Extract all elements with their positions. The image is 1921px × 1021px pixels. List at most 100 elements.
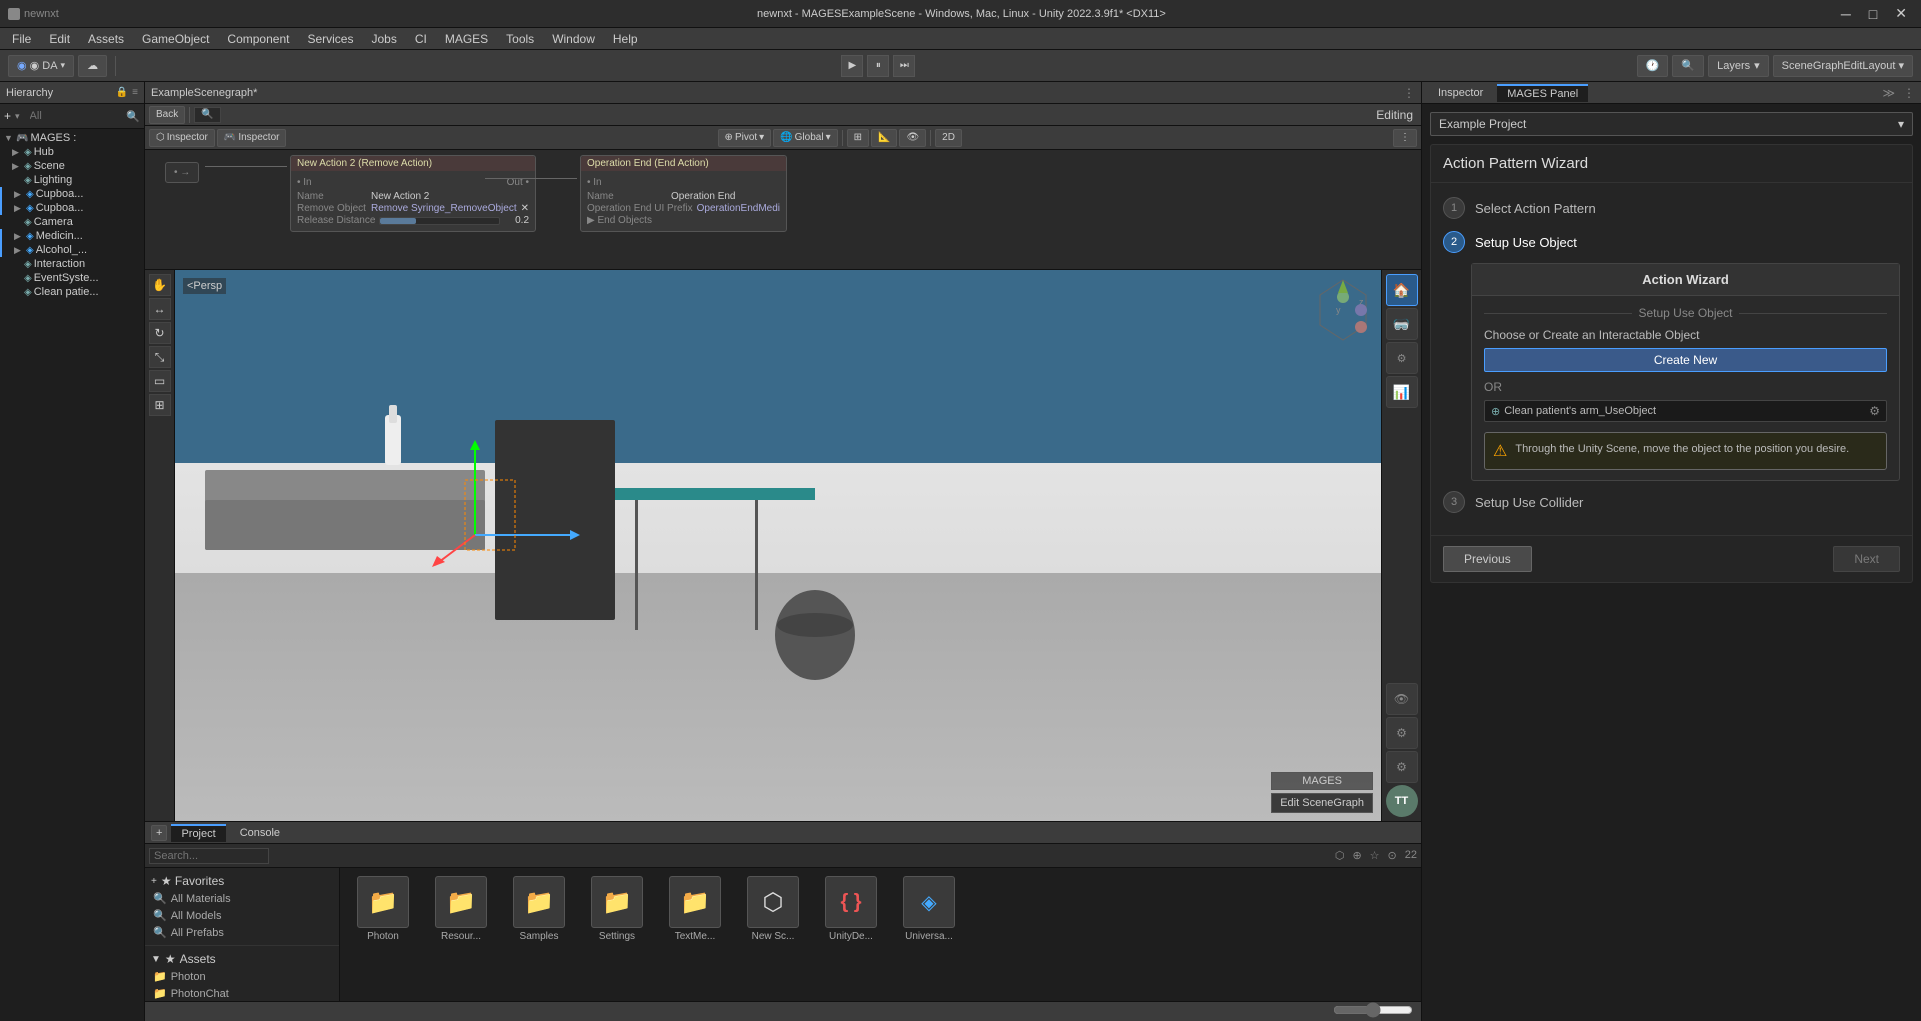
minimize-button[interactable]: ─	[1835, 3, 1857, 24]
assets-root-header[interactable]: ▼ ★ Assets	[145, 950, 339, 968]
object-selector[interactable]: ⊕ Clean patient's arm_UseObject ⚙	[1484, 400, 1887, 422]
tree-item-medicine[interactable]: ▶ ◈ Medicin...	[0, 229, 144, 243]
settings-side-btn[interactable]: ⚙	[1386, 717, 1418, 749]
bottom-add-btn[interactable]: +	[151, 825, 167, 841]
transform-tool[interactable]: ⊞	[149, 394, 171, 416]
graph-side-btn[interactable]: ⚙	[1386, 342, 1418, 374]
star-icon[interactable]: ☆	[1370, 849, 1380, 862]
hierarchy-menu-icon[interactable]: ≡	[132, 87, 138, 98]
tree-item-cupboard2[interactable]: ▶ ◈ Cupboa...	[0, 201, 144, 215]
menu-edit[interactable]: Edit	[41, 30, 78, 48]
menu-services[interactable]: Services	[299, 30, 361, 48]
node-remove-icon[interactable]: ✕	[521, 203, 529, 214]
menu-gameobject[interactable]: GameObject	[134, 30, 217, 48]
project-dropdown[interactable]: Example Project ▾	[1430, 112, 1913, 136]
cloud-button[interactable]: ☁	[78, 55, 107, 77]
menu-mages[interactable]: MAGES	[437, 30, 496, 48]
menu-file[interactable]: File	[4, 30, 39, 48]
vis-btn[interactable]: 👁	[899, 129, 926, 147]
node-card-operation-end[interactable]: Operation End (End Action) • In Name Ope…	[580, 155, 787, 232]
pivot-btn[interactable]: ⊕ Pivot ▾	[718, 129, 772, 147]
assets-all-prefabs[interactable]: 🔍 All Prefabs	[145, 924, 339, 941]
scene-panel-menu[interactable]: ⋮	[1403, 86, 1415, 100]
right-panel-menu-icon[interactable]: ⋮	[1903, 86, 1915, 100]
asset-tile-textmesh[interactable]: 📁 TextMe...	[660, 876, 730, 942]
play-button[interactable]: ▶	[841, 55, 863, 77]
eye-side-btn[interactable]: 👁	[1386, 683, 1418, 715]
move-tool[interactable]: ↔	[149, 298, 171, 320]
hierarchy-search-icon[interactable]: 🔍	[126, 110, 140, 123]
tree-item-hub[interactable]: ▶ ◈ Hub	[0, 145, 144, 159]
hierarchy-lock-icon[interactable]: 🔒	[116, 87, 128, 98]
node-start[interactable]: • →	[165, 162, 199, 183]
hierarchy-add-icon[interactable]: +	[4, 109, 11, 123]
tree-item-mages[interactable]: ▼ 🎮 MAGES :	[0, 131, 144, 145]
filter-icon[interactable]: ⊕	[1352, 849, 1361, 862]
tab-mages-panel[interactable]: MAGES Panel	[1497, 84, 1588, 102]
grid-btn[interactable]: ⊞	[847, 129, 869, 147]
hierarchy-search[interactable]	[24, 106, 123, 126]
zoom-slider[interactable]	[1333, 1002, 1413, 1018]
node-card-remove-action[interactable]: New Action 2 (Remove Action) • In Out • …	[290, 155, 536, 232]
da-dropdown[interactable]: ◉ ◉ DA ▾	[8, 55, 74, 77]
layout-dropdown[interactable]: SceneGraphEditLayout ▾	[1773, 55, 1913, 77]
tree-item-cupboard1[interactable]: ▶ ◈ Cupboa...	[0, 187, 144, 201]
rect-tool[interactable]: ▭	[149, 370, 171, 392]
snap-btn[interactable]: 📐	[871, 129, 897, 147]
asset-photon[interactable]: 📁 Photon	[145, 968, 339, 985]
pause-button[interactable]: ⏸	[867, 55, 889, 77]
asset-tile-universal[interactable]: ◈ Universa...	[894, 876, 964, 942]
tree-item-eventsystem[interactable]: ◈ EventSyste...	[0, 271, 144, 285]
next-button[interactable]: Next	[1833, 546, 1900, 572]
analytics-side-btn[interactable]: 📊	[1386, 376, 1418, 408]
scene-viewport[interactable]: y z x <Persp	[175, 270, 1381, 821]
layers-dropdown[interactable]: Layers ▾	[1708, 55, 1769, 77]
menu-window[interactable]: Window	[544, 30, 603, 48]
tab-inspector[interactable]: Inspector	[1428, 85, 1493, 101]
tree-item-cleanpatient[interactable]: ◈ Clean patie...	[0, 285, 144, 299]
user-avatar[interactable]: TT	[1386, 785, 1418, 817]
menu-tools[interactable]: Tools	[498, 30, 542, 48]
preview-icon[interactable]: ⬡	[1335, 849, 1345, 862]
favorites-header[interactable]: + ★ Favorites	[145, 872, 339, 890]
previous-button[interactable]: Previous	[1443, 546, 1532, 572]
menu-jobs[interactable]: Jobs	[363, 30, 404, 48]
tab-console[interactable]: Console	[230, 825, 290, 841]
global-btn[interactable]: 🌐 Global ▾	[773, 129, 837, 147]
scale-tool[interactable]: ⤡	[149, 346, 171, 368]
menu-assets[interactable]: Assets	[80, 30, 132, 48]
asset-tile-samples[interactable]: 📁 Samples	[504, 876, 574, 942]
2d-btn[interactable]: 2D	[935, 129, 962, 147]
asset-tile-settings[interactable]: 📁 Settings	[582, 876, 652, 942]
menu-help[interactable]: Help	[605, 30, 646, 48]
scene-tab-game[interactable]: 🎮 Inspector	[217, 129, 287, 147]
hand-tool[interactable]: ✋	[149, 274, 171, 296]
object-gear-icon[interactable]: ⚙	[1869, 404, 1880, 418]
asset-tile-unitydefault[interactable]: { } UnityDe...	[816, 876, 886, 942]
right-panel-expand-icon[interactable]: ≫	[1882, 86, 1895, 100]
assets-all-models[interactable]: 🔍 All Models	[145, 907, 339, 924]
tab-project[interactable]: Project	[171, 824, 225, 842]
rotate-tool[interactable]: ↻	[149, 322, 171, 344]
tree-item-lighting[interactable]: ◈ Lighting	[0, 173, 144, 187]
close-button[interactable]: ✕	[1889, 3, 1913, 24]
create-new-button[interactable]: Create New	[1484, 348, 1887, 372]
eye-icon[interactable]: ⊙	[1388, 849, 1397, 862]
gear-side-btn[interactable]: ⚙	[1386, 751, 1418, 783]
asset-search[interactable]	[149, 848, 269, 864]
menu-ci[interactable]: CI	[407, 30, 435, 48]
search-button[interactable]: 🔍	[1672, 55, 1704, 77]
scene-panel-opts[interactable]: ⋮	[1393, 129, 1417, 147]
asset-photonchat[interactable]: 📁 PhotonChat	[145, 985, 339, 1001]
assets-all-materials[interactable]: 🔍 All Materials	[145, 890, 339, 907]
asset-tile-resources[interactable]: 📁 Resour...	[426, 876, 496, 942]
scene-tab-scene[interactable]: ⬡ Inspector	[149, 129, 215, 147]
tree-item-alcohol[interactable]: ▶ ◈ Alcohol_...	[0, 243, 144, 257]
history-button[interactable]: 🕐	[1637, 55, 1669, 77]
asset-tile-newscript[interactable]: ⬡ New Sc...	[738, 876, 808, 942]
tree-item-camera[interactable]: ◈ Camera	[0, 215, 144, 229]
slider-control[interactable]	[1333, 1002, 1413, 1021]
menu-component[interactable]: Component	[219, 30, 297, 48]
tree-item-scene[interactable]: ▶ ◈ Scene	[0, 159, 144, 173]
asset-tile-photon[interactable]: 📁 Photon	[348, 876, 418, 942]
